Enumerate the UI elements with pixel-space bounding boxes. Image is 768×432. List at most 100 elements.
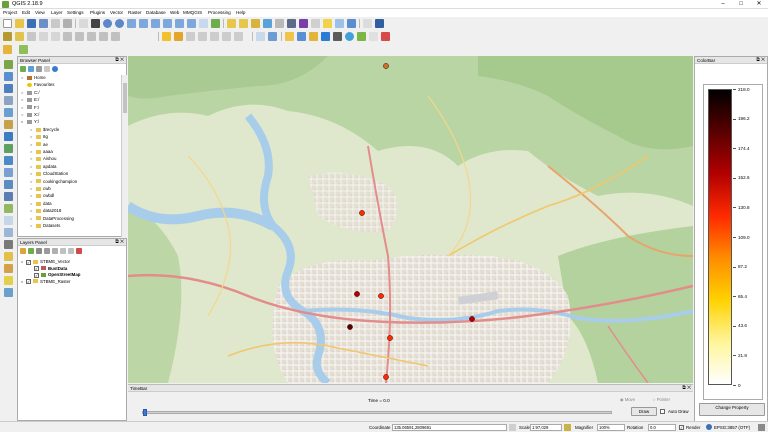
plugin-h-icon[interactable]: [369, 32, 378, 41]
crs-status[interactable]: EPSG:3857 (OTF): [714, 425, 750, 430]
browser-scrollbar[interactable]: [121, 75, 127, 237]
identify-icon[interactable]: [263, 19, 272, 28]
map-tips-icon[interactable]: [323, 19, 332, 28]
open-attribute-table-icon[interactable]: [275, 19, 284, 28]
paste-features-icon[interactable]: [111, 32, 120, 41]
messages-icon[interactable]: [758, 424, 765, 431]
browser-item[interactable]: > Aishou: [18, 156, 122, 162]
browser-item[interactable]: > apdata: [18, 164, 122, 170]
remove-layer-icon[interactable]: [76, 248, 82, 254]
menu-vector[interactable]: Vector: [110, 10, 123, 15]
browser-item[interactable]: > Datasets: [18, 223, 122, 229]
menu-view[interactable]: View: [35, 10, 45, 15]
layer-visibility-checkbox[interactable]: ✓: [26, 259, 31, 265]
browser-scroll-thumb[interactable]: [123, 83, 127, 113]
minimize-button[interactable]: –: [714, 0, 732, 9]
new-bookmark-icon[interactable]: [335, 19, 344, 28]
zoom-out-icon[interactable]: [115, 19, 124, 28]
add-selected-layers-icon[interactable]: [20, 66, 26, 72]
add-layer-icon[interactable]: [4, 252, 13, 261]
collapsed-arrow-icon[interactable]: >: [21, 90, 23, 95]
collapsed-arrow-icon[interactable]: >: [30, 149, 32, 154]
browser-item[interactable]: > E:/: [18, 97, 122, 103]
current-edits-icon[interactable]: [3, 32, 12, 41]
auto-draw-checkbox[interactable]: [660, 409, 665, 414]
plugin-b-icon[interactable]: [297, 32, 306, 41]
pan-to-selection-icon[interactable]: [91, 19, 100, 28]
map-canvas[interactable]: [128, 56, 693, 383]
zoom-to-selection-icon[interactable]: [151, 19, 160, 28]
crs-globe-icon[interactable]: [706, 424, 712, 430]
stbme-plugin-icon[interactable]: [3, 45, 12, 54]
panel-float-close-icon[interactable]: ⧉ ✕: [115, 239, 124, 246]
close-button[interactable]: ✕: [750, 0, 768, 9]
layer-row[interactable]: ✓ OpenStreetMap: [18, 272, 126, 278]
layer-row[interactable]: ✓ BustData: [18, 266, 126, 272]
add-raster-layer-icon[interactable]: [4, 72, 13, 81]
statistics-sum-icon[interactable]: [299, 19, 308, 28]
panel-float-close-icon[interactable]: ⧉ ✕: [682, 385, 691, 392]
collapsed-arrow-icon[interactable]: >: [30, 193, 32, 198]
plugin-a-icon[interactable]: [268, 32, 277, 41]
add-spatialite-icon[interactable]: [4, 96, 13, 105]
node-tool-icon[interactable]: [63, 32, 72, 41]
browser-item[interactable]: > X:/: [18, 112, 122, 118]
plugin-f-icon[interactable]: [345, 32, 354, 41]
change-property-button[interactable]: Change Property: [699, 403, 765, 416]
help-icon[interactable]: [375, 19, 384, 28]
save-as-icon[interactable]: [39, 19, 48, 28]
map-data-point[interactable]: [347, 324, 353, 330]
collapsed-arrow-icon[interactable]: >: [30, 134, 32, 139]
python-console-icon[interactable]: [285, 32, 294, 41]
plugin-g-icon[interactable]: [357, 32, 366, 41]
add-group-icon[interactable]: [28, 248, 34, 254]
maximize-button[interactable]: □: [732, 0, 750, 9]
browser-item[interactable]: > cwbdl: [18, 193, 122, 199]
add-mesh-icon[interactable]: [4, 264, 13, 273]
zoom-last-icon[interactable]: [175, 19, 184, 28]
expanded-arrow-icon[interactable]: v: [21, 119, 23, 124]
show-hide-labels-icon[interactable]: [198, 32, 207, 41]
measure-icon[interactable]: [311, 19, 320, 28]
pan-map-icon[interactable]: [79, 19, 88, 28]
add-gpx-icon[interactable]: [4, 288, 13, 297]
filter-icon[interactable]: [36, 66, 42, 72]
add-vector-layer-icon[interactable]: [4, 60, 13, 69]
layer-group-row[interactable]: v ✓ STBME_Raster: [18, 279, 126, 285]
label-settings-icon[interactable]: [174, 32, 183, 41]
coordinate-field[interactable]: 135.06591,2809691: [392, 424, 507, 431]
add-postgis-icon[interactable]: [4, 84, 13, 93]
new-map-view-icon[interactable]: [199, 19, 208, 28]
toggle-editing-icon[interactable]: [15, 32, 24, 41]
open-project-icon[interactable]: [15, 19, 24, 28]
move-radio[interactable]: ◉ Move: [620, 397, 635, 402]
panel-float-close-icon[interactable]: ⧉ ✕: [115, 57, 124, 64]
layer-group-row[interactable]: v ✓ STBME_Vector: [18, 259, 126, 265]
zoom-native-icon[interactable]: [127, 19, 136, 28]
print-composer-icon[interactable]: [51, 19, 60, 28]
filter-expression-icon[interactable]: [52, 248, 58, 254]
add-wcs-icon[interactable]: [4, 144, 13, 153]
pointer-radio[interactable]: ○ Pointer: [653, 397, 670, 402]
time-slider[interactable]: [142, 409, 612, 416]
browser-item[interactable]: > $recycle: [18, 127, 122, 133]
browser-item[interactable]: > DataProcessing: [18, 216, 122, 222]
map-data-point[interactable]: [354, 291, 360, 297]
rotate-label-icon[interactable]: [222, 32, 231, 41]
add-delimited-text-icon[interactable]: [4, 168, 13, 177]
new-spatialite-icon[interactable]: [4, 216, 13, 225]
menu-database[interactable]: Database: [146, 10, 166, 15]
menu-mmqgis[interactable]: MMQGIS: [183, 10, 202, 15]
browser-item[interactable]: > C:/: [18, 90, 122, 96]
show-bookmarks-icon[interactable]: [347, 19, 356, 28]
add-wms-icon[interactable]: [4, 132, 13, 141]
browser-item[interactable]: > data2018: [18, 208, 122, 214]
scale-field[interactable]: 1:97,029: [530, 424, 562, 431]
manage-themes-icon[interactable]: [36, 248, 42, 254]
collapsed-arrow-icon[interactable]: >: [21, 75, 23, 80]
collapsed-arrow-icon[interactable]: >: [30, 127, 32, 132]
layer-visibility-checkbox[interactable]: ✓: [34, 272, 39, 278]
new-geopackage-icon[interactable]: [4, 228, 13, 237]
menu-project[interactable]: Project: [3, 10, 17, 15]
menu-settings[interactable]: Settings: [67, 10, 84, 15]
